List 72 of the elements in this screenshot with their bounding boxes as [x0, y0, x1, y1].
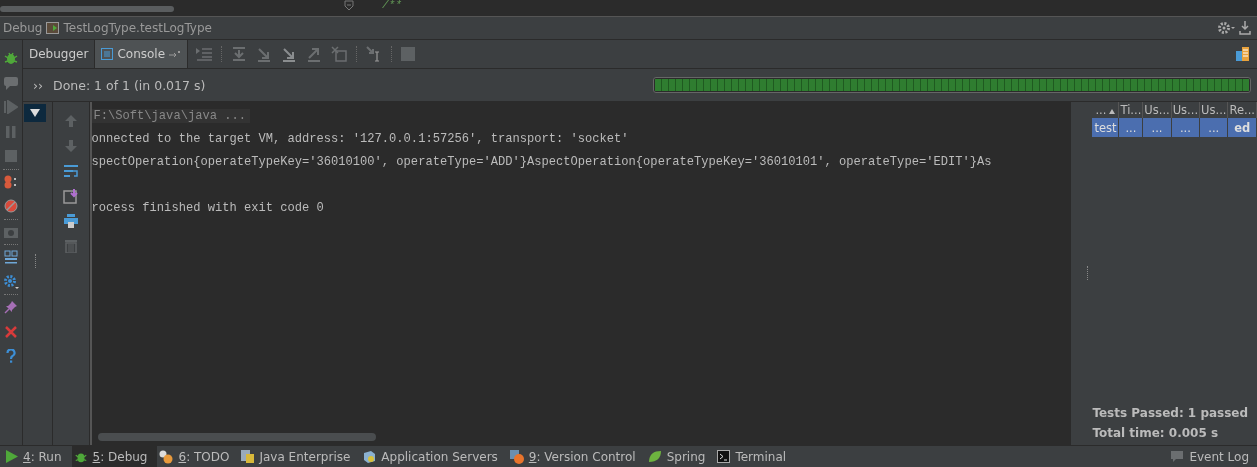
speech-bubble-icon[interactable] [3, 74, 19, 91]
mute-breakpoints-icon[interactable] [4, 199, 18, 214]
table-cell: ... [1118, 118, 1143, 137]
run-config-icon [46, 22, 60, 34]
pin-tab-icon[interactable] [169, 50, 182, 58]
pin-icon[interactable] [4, 300, 18, 315]
frame-icon[interactable] [331, 46, 348, 62]
trash-icon[interactable] [64, 238, 77, 253]
speech-bubble-icon [1170, 450, 1185, 463]
tool-window-button[interactable]: 6: TODO [157, 446, 240, 467]
tab[interactable]: Console [95, 40, 189, 68]
table-cell: ... [1142, 118, 1172, 137]
resume-icon[interactable] [4, 100, 18, 115]
tree-toggle[interactable] [23, 104, 46, 122]
summary-text: Total time: 0.005 s [1092, 425, 1220, 442]
resize-grip[interactable] [35, 254, 39, 268]
step-over-icon[interactable] [231, 46, 248, 62]
stop-frame-icon[interactable] [401, 47, 416, 61]
down-arrow-icon[interactable] [64, 139, 77, 152]
tool-window-button[interactable]: Application Servers [360, 446, 508, 467]
tool-window-button[interactable]: Terminal [715, 446, 797, 467]
tool-window-button[interactable]: Java Enterprise [239, 446, 361, 467]
expand-toggle[interactable]: ›› [33, 77, 43, 93]
run-icon [6, 450, 18, 463]
tool-window-button[interactable]: Spring [645, 446, 716, 467]
fold-marker-icon[interactable] [344, 0, 354, 12]
console-line: onnected to the target VM, address: '127.0.0.1:57256', transport: 'socket' [91, 131, 629, 146]
close-icon[interactable] [5, 325, 17, 338]
pause-icon[interactable] [5, 124, 17, 139]
restore-layout-icon[interactable] [1235, 46, 1251, 62]
stop-icon[interactable] [5, 150, 17, 163]
print-icon[interactable] [62, 213, 79, 228]
table-cell: ... [1171, 118, 1200, 137]
run-configuration: TestLogType.testLogType [63, 21, 212, 35]
table-cell: ... [1199, 118, 1228, 137]
settings-icon[interactable] [3, 273, 19, 290]
console-line: rocess finished with exit code 0 [91, 200, 324, 215]
bug-icon[interactable] [3, 50, 19, 67]
table-cell: ed [1228, 118, 1257, 137]
step-list-icon[interactable] [196, 47, 213, 61]
download-icon[interactable] [1239, 21, 1251, 35]
layout-icon[interactable] [4, 250, 18, 265]
tool-window-button[interactable]: 4: Run [4, 446, 72, 467]
console-line: spectOperation{operateTypeKey='36010100', operateType='ADD'}AspectOperation{operateTypeKey='36010101', operateType='EDIT'}As [91, 154, 992, 169]
scroll-end-icon[interactable] [62, 187, 79, 204]
breakpoints-icon[interactable] [3, 174, 19, 189]
table-cell: test [1092, 118, 1119, 137]
wrap-icon[interactable] [62, 163, 79, 178]
test-status: Done: 1 of 1 (in 0.017 s) [53, 77, 206, 93]
step-out-icon[interactable] [306, 46, 323, 62]
help-icon[interactable] [6, 349, 16, 364]
vcs-icon [509, 449, 524, 464]
panel-title: Debug [3, 21, 43, 35]
step-into-icon[interactable] [256, 46, 273, 62]
settings-icon[interactable] [1217, 21, 1235, 35]
force-step-icon[interactable] [281, 46, 298, 62]
summary-text: Tests Passed: 1 passed [1092, 405, 1250, 422]
caret-icon [29, 109, 40, 117]
console-command[interactable]: F:\Soft\java\java ... [91, 108, 250, 123]
up-arrow-icon[interactable] [64, 114, 77, 127]
camera-icon[interactable] [4, 225, 18, 238]
enterprise-icon [241, 450, 255, 463]
code-comment: /** [382, 0, 402, 10]
todo-icon [159, 449, 174, 464]
console-icon [101, 48, 114, 60]
terminal-icon [717, 450, 731, 463]
resize-grip[interactable] [1087, 266, 1091, 280]
tool-window-button[interactable]: 9: Version Control [507, 446, 646, 467]
event-log-button[interactable]: Event Log [1168, 446, 1257, 467]
leaf-icon [647, 450, 662, 463]
tool-window-button[interactable]: 5: Debug [71, 446, 158, 467]
servers-icon [362, 449, 377, 464]
